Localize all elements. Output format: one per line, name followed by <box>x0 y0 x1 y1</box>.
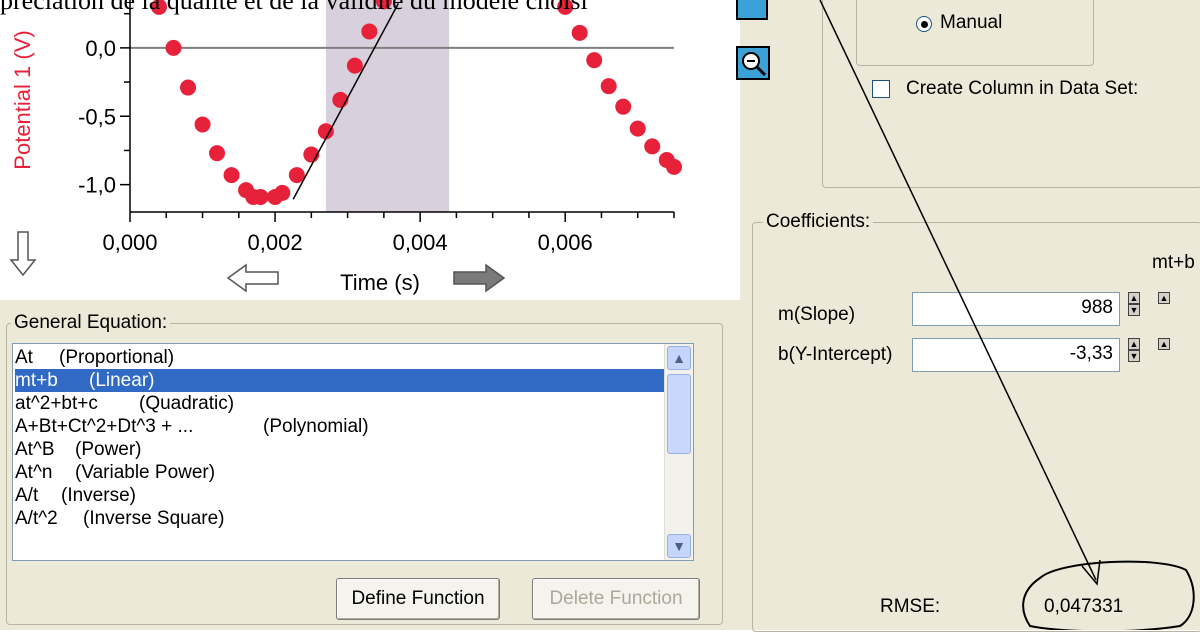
equation-type: (Linear) <box>89 370 155 391</box>
equation-item-inverse-square[interactable]: A/t^2 (Inverse Square) <box>15 507 665 530</box>
x-tick-label: 0,004 <box>393 230 448 255</box>
down-arrow-icon[interactable] <box>8 230 38 278</box>
spin-up-icon[interactable]: ▲ <box>1128 338 1140 350</box>
equation-formula: A/t <box>15 485 39 506</box>
x-tick-label: 0,002 <box>248 230 303 255</box>
x-tick-label: 0,006 <box>538 230 593 255</box>
equation-item-linear[interactable]: mt+b (Linear) <box>15 369 665 392</box>
data-point <box>571 24 588 41</box>
data-point <box>274 184 291 201</box>
manual-label: Manual <box>940 12 1003 33</box>
equation-type: (Quadratic) <box>139 393 235 414</box>
zoom-out-icon[interactable] <box>736 46 770 80</box>
equation-type: (Polynomial) <box>263 416 369 437</box>
equation-type: (Inverse Square) <box>83 508 225 529</box>
equation-item-inverse[interactable]: A/t (Inverse) <box>15 484 665 507</box>
spin-down-icon[interactable]: ▼ <box>1128 304 1140 316</box>
data-point <box>223 167 240 184</box>
delete-function-button[interactable]: Delete Function <box>532 578 700 620</box>
intercept-field[interactable]: -3,33 <box>912 338 1120 372</box>
equation-type: (Power) <box>75 439 142 460</box>
general-equation-legend: General Equation: <box>11 312 171 334</box>
listbox-scrollbar[interactable]: ▲ ▼ <box>664 344 693 560</box>
data-point <box>615 98 632 115</box>
equation-formula: mt+b <box>15 370 58 391</box>
equation-formula: at^2+bt+c <box>15 393 98 414</box>
equation-item-quadratic[interactable]: at^2+bt+c (Quadratic) <box>15 392 665 415</box>
data-point <box>252 188 269 205</box>
y-tick-label: -0,5 <box>78 104 116 129</box>
data-point <box>180 79 197 96</box>
rmse-label: RMSE: <box>880 596 941 617</box>
slope-label: m(Slope) <box>778 304 856 325</box>
intercept-spinner[interactable]: ▲ ▼ <box>1128 338 1142 366</box>
coefficients-legend: Coefficients: <box>763 211 874 233</box>
equation-item-power[interactable]: At^B (Power) <box>15 438 665 461</box>
equation-item-proportional[interactable]: At (Proportional) <box>15 346 665 369</box>
equation-formula: At^B <box>15 439 55 460</box>
equation-item-variable-power[interactable]: At^n (Variable Power) <box>15 461 665 484</box>
create-column-label: Create Column in Data Set: <box>906 78 1139 99</box>
y-axis-label: Potential 1 (V) <box>10 30 35 169</box>
y-tick-label: -1,0 <box>78 173 116 198</box>
spin-up-icon[interactable]: ▲ <box>1128 292 1140 304</box>
graph-plot[interactable]: 0,000 0,002 0,004 0,006 0,0 -0,5 -1,0 Time (s) P… <box>0 0 740 300</box>
equation-formula: At <box>15 347 33 368</box>
rmse-value: 0,047331 <box>1044 596 1124 617</box>
data-point <box>209 145 226 162</box>
data-point <box>666 158 682 175</box>
x-tick-label: 0,000 <box>102 230 157 255</box>
equation-item-polynomial[interactable]: A+Bt+Ct^2+Dt^3 + ... (Polynomial) <box>15 415 665 438</box>
intercept-label: b(Y-Intercept) <box>778 344 893 365</box>
slope-field[interactable]: 988 <box>912 292 1120 326</box>
graph-area[interactable]: 0,000 0,002 0,004 0,006 0,0 -0,5 -1,0 Time (s) P… <box>0 0 740 300</box>
equation-formula: A/t^2 <box>15 508 58 529</box>
equation-listbox[interactable]: At (Proportional) mt+b (Linear) at^2+bt+c (… <box>12 343 694 561</box>
zoom-in-icon[interactable] <box>736 0 768 20</box>
scroll-down-icon[interactable]: ▼ <box>667 534 691 558</box>
data-point <box>346 57 363 74</box>
equation-type: (Inverse) <box>61 485 136 506</box>
equation-display: mt+b <box>1152 252 1195 273</box>
right-arrow-icon[interactable] <box>450 263 506 293</box>
left-arrow-icon[interactable] <box>226 263 282 293</box>
data-point <box>600 78 617 95</box>
coefficients-group: Coefficients: <box>752 211 1200 632</box>
y-tick-label: 0,0 <box>85 36 116 61</box>
data-point <box>165 39 182 56</box>
data-point <box>629 120 646 137</box>
equation-formula: At^n <box>15 462 53 483</box>
data-point <box>194 116 211 133</box>
slope-lock-icon[interactable]: ▲ <box>1158 292 1170 304</box>
radio-selected-dot <box>920 20 928 28</box>
equation-type: (Variable Power) <box>75 462 216 483</box>
slope-spinner[interactable]: ▲ ▼ <box>1128 292 1142 320</box>
create-column-checkbox[interactable] <box>872 80 890 98</box>
equation-type: (Proportional) <box>59 347 175 368</box>
data-point <box>361 23 378 40</box>
spin-down-icon[interactable]: ▼ <box>1128 350 1140 362</box>
x-axis-label: Time (s) <box>340 270 420 295</box>
document-caption: préciation de la qualité et de la validi… <box>0 0 588 15</box>
manual-radio[interactable] <box>916 16 932 32</box>
data-point <box>644 138 661 155</box>
data-point <box>586 52 603 69</box>
define-function-button[interactable]: Define Function <box>336 578 500 620</box>
scroll-thumb[interactable] <box>667 374 691 454</box>
intercept-lock-icon[interactable]: ▲ <box>1158 338 1170 350</box>
scroll-up-icon[interactable]: ▲ <box>667 346 691 370</box>
equation-formula: A+Bt+Ct^2+Dt^3 + ... <box>15 416 194 437</box>
